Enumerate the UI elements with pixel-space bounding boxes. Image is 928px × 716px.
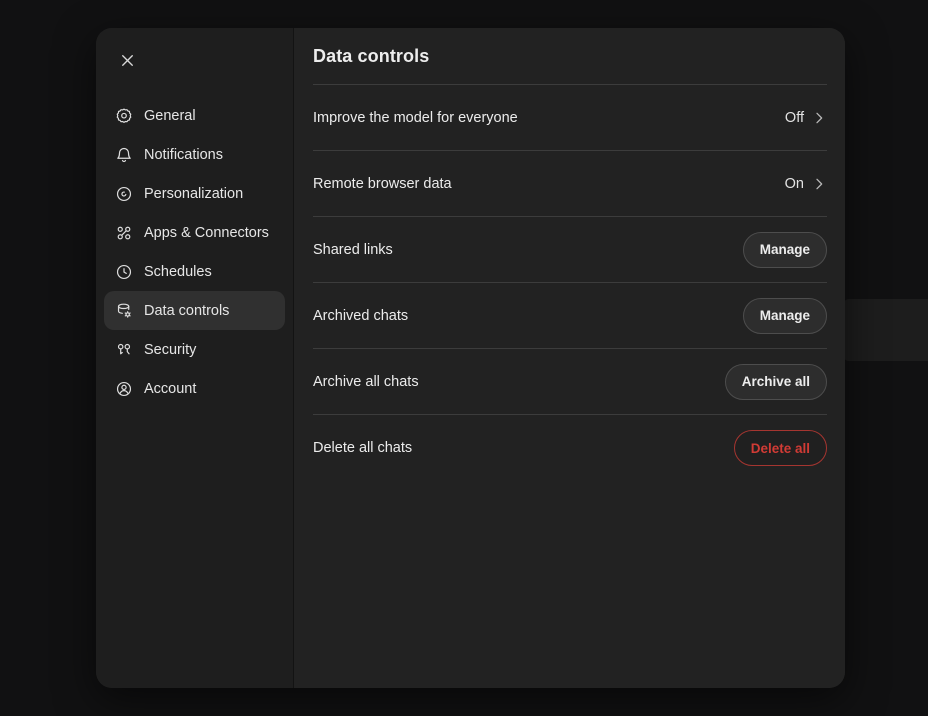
row-shared-links: Shared links Manage xyxy=(313,217,827,283)
chevron-right-icon xyxy=(811,176,827,192)
personalization-icon xyxy=(114,184,134,204)
settings-screen: General Notifications Personalization xyxy=(0,0,928,716)
database-gear-icon xyxy=(114,301,134,321)
sidebar-item-label: General xyxy=(144,108,196,124)
row-label: Archived chats xyxy=(313,308,408,324)
delete-all-button[interactable]: Delete all xyxy=(734,430,827,466)
settings-content: Data controls Improve the model for ever… xyxy=(294,28,845,688)
row-improve-model[interactable]: Improve the model for everyone Off xyxy=(313,85,827,151)
sidebar-item-data-controls[interactable]: Data controls xyxy=(104,291,285,330)
sidebar-item-notifications[interactable]: Notifications xyxy=(104,135,285,174)
sidebar-item-security[interactable]: Security xyxy=(104,330,285,369)
archive-all-button[interactable]: Archive all xyxy=(725,364,827,400)
chevron-right-icon xyxy=(811,110,827,126)
bell-icon xyxy=(114,145,134,165)
keys-icon xyxy=(114,340,134,360)
row-archived-chats: Archived chats Manage xyxy=(313,283,827,349)
sidebar-item-label: Schedules xyxy=(144,264,212,280)
row-label: Improve the model for everyone xyxy=(313,110,518,126)
sidebar-item-personalization[interactable]: Personalization xyxy=(104,174,285,213)
gear-icon xyxy=(114,106,134,126)
row-archive-all-chats: Archive all chats Archive all xyxy=(313,349,827,415)
row-value: Off xyxy=(785,110,827,126)
row-delete-all-chats: Delete all chats Delete all xyxy=(313,415,827,481)
sidebar-item-label: Security xyxy=(144,342,196,358)
row-label: Shared links xyxy=(313,242,393,258)
page-title: Data controls xyxy=(313,46,429,67)
row-value: On xyxy=(785,176,827,192)
row-label: Delete all chats xyxy=(313,440,412,456)
settings-nav: General Notifications Personalization xyxy=(104,96,285,408)
settings-dialog: General Notifications Personalization xyxy=(96,28,845,688)
sidebar-item-label: Notifications xyxy=(144,147,223,163)
row-label: Remote browser data xyxy=(313,176,452,192)
sidebar-item-label: Apps & Connectors xyxy=(144,225,269,241)
sidebar-item-label: Data controls xyxy=(144,303,229,319)
row-label: Archive all chats xyxy=(313,374,419,390)
clock-icon xyxy=(114,262,134,282)
apps-connectors-icon xyxy=(114,223,134,243)
sidebar-item-apps-connectors[interactable]: Apps & Connectors xyxy=(104,213,285,252)
sidebar-item-account[interactable]: Account xyxy=(104,369,285,408)
close-icon xyxy=(118,51,137,70)
row-value-text: On xyxy=(785,176,804,192)
settings-sidebar: General Notifications Personalization xyxy=(96,28,294,688)
user-circle-icon xyxy=(114,379,134,399)
close-button[interactable] xyxy=(110,44,144,76)
row-remote-browser-data[interactable]: Remote browser data On xyxy=(313,151,827,217)
background-artifact xyxy=(843,299,928,361)
sidebar-item-label: Personalization xyxy=(144,186,243,202)
sidebar-item-general[interactable]: General xyxy=(104,96,285,135)
manage-shared-links-button[interactable]: Manage xyxy=(743,232,827,268)
sidebar-item-schedules[interactable]: Schedules xyxy=(104,252,285,291)
row-value-text: Off xyxy=(785,110,804,126)
sidebar-item-label: Account xyxy=(144,381,196,397)
manage-archived-chats-button[interactable]: Manage xyxy=(743,298,827,334)
content-header: Data controls xyxy=(313,28,827,85)
